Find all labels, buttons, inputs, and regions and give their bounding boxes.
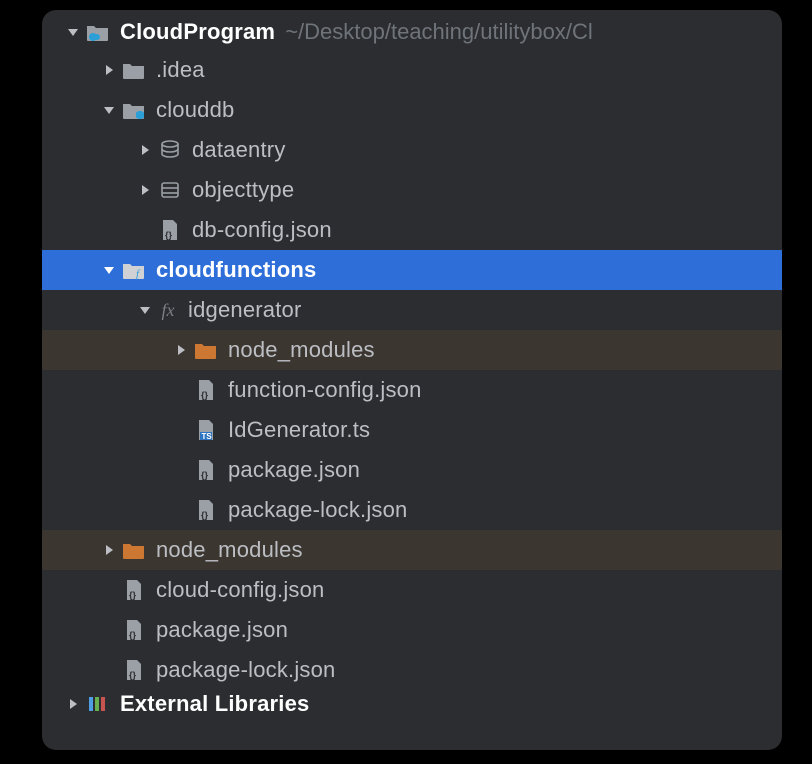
tree-item-label: node_modules xyxy=(156,537,303,563)
folder-fn-icon: f xyxy=(120,256,148,284)
tree-item-idgenerator-ts[interactable]: TS IdGenerator.ts xyxy=(42,410,782,450)
tree-item-package-json-inner[interactable]: {} package.json xyxy=(42,450,782,490)
tree-item-node-modules-inner[interactable]: node_modules xyxy=(42,330,782,370)
svg-text:{}: {} xyxy=(129,630,137,640)
svg-text:{}: {} xyxy=(201,470,209,480)
chevron-down-icon[interactable] xyxy=(134,303,156,317)
tree-item-label: package.json xyxy=(228,457,360,483)
tree-item-idgenerator[interactable]: fx idgenerator xyxy=(42,290,782,330)
fx-icon: fx xyxy=(156,300,180,321)
tree-item-label: cloud-config.json xyxy=(156,577,325,603)
svg-text:{}: {} xyxy=(201,390,209,400)
tree-item-label: idgenerator xyxy=(188,297,302,323)
tree-item-cloudfunctions[interactable]: f cloudfunctions xyxy=(42,250,782,290)
json-file-icon: {} xyxy=(120,576,148,604)
chevron-right-icon[interactable] xyxy=(62,697,84,711)
svg-text:{}: {} xyxy=(129,670,137,680)
chevron-right-icon[interactable] xyxy=(134,183,156,197)
tree-item-clouddb[interactable]: clouddb xyxy=(42,90,782,130)
tree-item-cloud-config[interactable]: {} cloud-config.json xyxy=(42,570,782,610)
tree-item-label: package-lock.json xyxy=(156,657,336,683)
chevron-right-icon[interactable] xyxy=(170,343,192,357)
tree-item-path: ~/Desktop/teaching/utilitybox/Cl xyxy=(285,19,593,45)
tree-item-package-lock[interactable]: {} package-lock.json xyxy=(42,650,782,690)
folder-icon xyxy=(192,336,220,364)
json-file-icon: {} xyxy=(120,656,148,684)
chevron-down-icon[interactable] xyxy=(98,263,120,277)
svg-text:{}: {} xyxy=(201,510,209,520)
tree-item-idea[interactable]: .idea xyxy=(42,50,782,90)
tree-item-function-config[interactable]: {} function-config.json xyxy=(42,370,782,410)
folder-db-icon xyxy=(120,96,148,124)
tree-item-node-modules[interactable]: node_modules xyxy=(42,530,782,570)
tree-item-label: function-config.json xyxy=(228,377,422,403)
tree-item-label: objecttype xyxy=(192,177,294,203)
tree-item-label: node_modules xyxy=(228,337,375,363)
tree-item-dataentry[interactable]: dataentry xyxy=(42,130,782,170)
tree-item-label: package.json xyxy=(156,617,288,643)
tree-item-label: External Libraries xyxy=(120,691,309,717)
svg-text:{}: {} xyxy=(165,230,173,240)
tree-item-label: db-config.json xyxy=(192,217,332,243)
tree-item-label: clouddb xyxy=(156,97,234,123)
chevron-right-icon[interactable] xyxy=(98,543,120,557)
tree-item-package-json[interactable]: {} package.json xyxy=(42,610,782,650)
tree-item-label: CloudProgram xyxy=(120,19,275,45)
db-table-icon xyxy=(156,176,184,204)
tree-item-label: package-lock.json xyxy=(228,497,408,523)
library-icon xyxy=(84,690,112,718)
tree-item-label: .idea xyxy=(156,57,205,83)
ts-file-icon: TS xyxy=(192,416,220,444)
tree-item-label: cloudfunctions xyxy=(156,257,316,283)
json-file-icon: {} xyxy=(192,456,220,484)
folder-icon xyxy=(120,56,148,84)
db-stack-icon xyxy=(156,136,184,164)
svg-text:{}: {} xyxy=(129,590,137,600)
folder-cloud-icon xyxy=(84,18,112,46)
tree-item-label: dataentry xyxy=(192,137,286,163)
chevron-down-icon[interactable] xyxy=(98,103,120,117)
tree-item-external-libraries[interactable]: External Libraries xyxy=(42,690,782,718)
chevron-right-icon[interactable] xyxy=(98,63,120,77)
project-tree-panel[interactable]: CloudProgram ~/Desktop/teaching/utilityb… xyxy=(42,10,782,750)
svg-text:TS: TS xyxy=(202,432,213,441)
tree-root-row[interactable]: CloudProgram ~/Desktop/teaching/utilityb… xyxy=(42,10,782,50)
json-file-icon: {} xyxy=(120,616,148,644)
tree-item-db-config[interactable]: {} db-config.json xyxy=(42,210,782,250)
tree-item-objecttype[interactable]: objecttype xyxy=(42,170,782,210)
chevron-right-icon[interactable] xyxy=(134,143,156,157)
tree-item-label: IdGenerator.ts xyxy=(228,417,370,443)
chevron-down-icon[interactable] xyxy=(62,25,84,39)
folder-icon xyxy=(120,536,148,564)
json-file-icon: {} xyxy=(192,376,220,404)
tree-item-package-lock-inner[interactable]: {} package-lock.json xyxy=(42,490,782,530)
json-file-icon: {} xyxy=(156,216,184,244)
json-file-icon: {} xyxy=(192,496,220,524)
